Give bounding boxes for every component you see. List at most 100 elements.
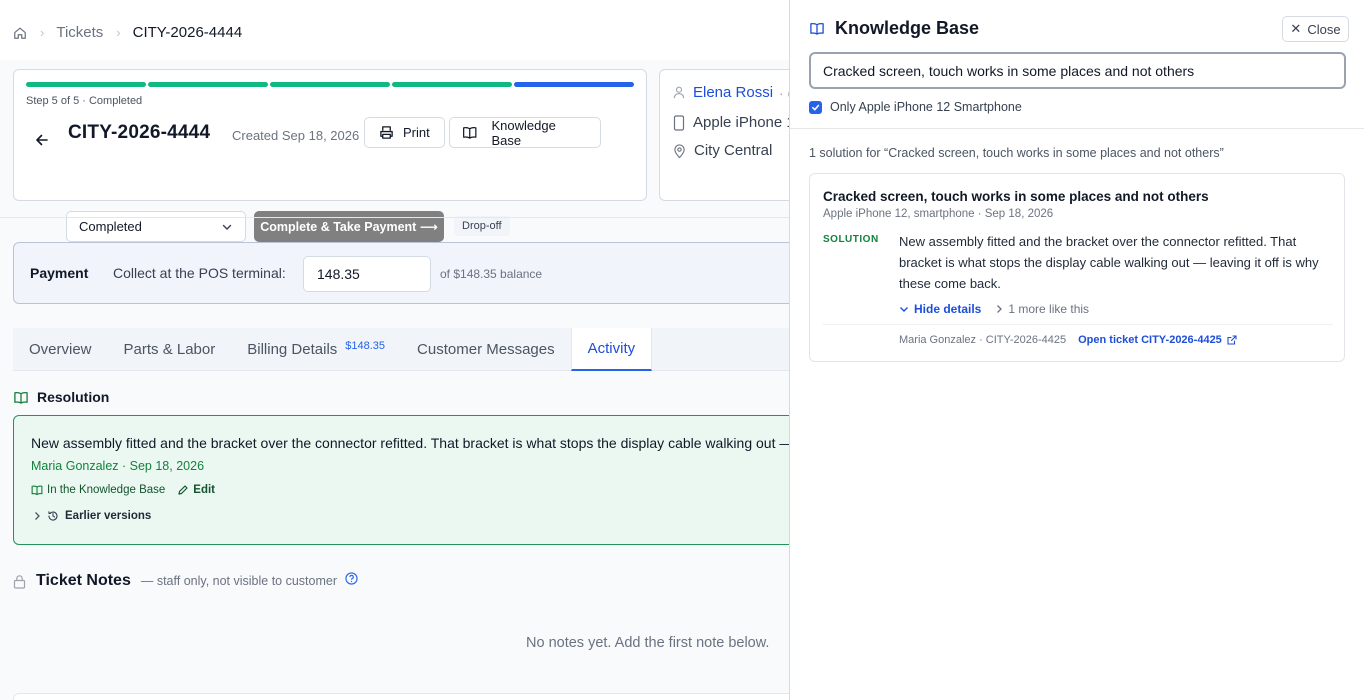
progress-segment [514, 82, 634, 87]
device-filter[interactable]: Only Apple iPhone 12 Smartphone [809, 100, 1022, 114]
more-like-this-label: 1 more like this [1008, 302, 1090, 316]
resolution-card: New assembly fitted and the bracket over… [13, 415, 789, 545]
external-link-icon [1227, 335, 1237, 345]
drawer-title: Knowledge Base [835, 18, 980, 38]
ticket-id: CITY-2026-4444 [68, 122, 211, 143]
edit-label: Edit [193, 484, 216, 496]
solution-card: Cracked screen, touch works in some plac… [809, 173, 1345, 362]
edit-resolution-button[interactable]: Edit [177, 484, 215, 496]
progress-bar [26, 82, 634, 87]
progress-segment [270, 82, 390, 87]
earlier-versions-toggle[interactable]: Earlier versions [33, 510, 151, 522]
tab-label: Customer Messages [417, 340, 555, 358]
empty-notes-text: No notes yet. Add the first note below. [526, 635, 770, 651]
chevron-right-icon: › [40, 25, 45, 40]
payment-amount-input[interactable]: 148.35 [303, 256, 431, 292]
dropoff-badge: Drop-off [454, 216, 510, 236]
filter-label: Only Apple iPhone 12 Smartphone [830, 100, 1022, 114]
ticket-page: › Tickets › CITY-2026-4444 Step 5 of 5 ·… [0, 0, 789, 700]
results-count: 1 solution for “Cracked screen, touch wo… [809, 146, 1224, 160]
tab-billing-details[interactable]: Billing Details $148.35 [231, 328, 401, 370]
notes-subtitle: — staff only, not visible to customer [140, 574, 338, 588]
ticket-tabs: Overview Parts & Labor Billing Details $1… [13, 328, 789, 371]
solution-subtitle: Apple iPhone 12, smartphone · Sep 18, 20… [823, 208, 1054, 220]
earlier-versions-label: Earlier versions [65, 510, 152, 522]
tab-label: Activity [587, 340, 636, 357]
help-icon[interactable] [345, 572, 358, 590]
book-open-icon [14, 391, 28, 404]
search-input[interactable]: Cracked screen, touch works in some plac… [809, 52, 1346, 89]
open-ticket-label: Open ticket CITY-2026-4425 [1078, 334, 1222, 346]
progress-segment [392, 82, 512, 87]
close-icon: ✕ [1290, 21, 1302, 36]
tab-overview[interactable]: Overview [13, 328, 108, 370]
chevron-right-icon [997, 305, 1003, 313]
status-value: Completed [79, 219, 142, 234]
chevron-down-icon [222, 224, 232, 230]
in-knowledge-base-link[interactable]: In the Knowledge Base [31, 484, 165, 496]
ticket-header-card: Step 5 of 5 · Completed CITY-2026-4444 C… [13, 69, 647, 242]
notes-heading: Ticket Notes — staff only, not visible t… [13, 572, 358, 590]
customer-card: Elena Rossi · c Apple iPhone 1 City Cent… [659, 69, 789, 201]
breadcrumb-tickets[interactable]: Tickets [56, 24, 103, 41]
progress-segment [26, 82, 146, 87]
chevron-down-icon [900, 307, 908, 312]
phone-icon [673, 114, 685, 131]
open-ticket-link[interactable]: Open ticket CITY-2026-4425 [1078, 334, 1237, 346]
notes-title: Ticket Notes [36, 572, 131, 589]
print-button[interactable]: Print [364, 117, 445, 148]
payment-label: Payment [30, 265, 89, 281]
tab-label: Parts & Labor [123, 340, 216, 358]
lock-icon [13, 574, 26, 589]
knowledge-base-label: Knowledge Base [491, 117, 556, 148]
book-open-icon [463, 127, 477, 139]
solution-footer-meta: Maria Gonzalez · CITY-2026-4425 [899, 334, 1067, 346]
print-label: Print [403, 125, 430, 140]
location-row: City Central [673, 142, 772, 159]
back-arrow-icon[interactable] [34, 132, 50, 148]
breadcrumb: › Tickets › CITY-2026-4444 [13, 24, 242, 41]
tab-label: Billing Details [247, 340, 338, 358]
customer-name-suffix: · c [779, 84, 789, 101]
chevron-right-icon [35, 512, 40, 520]
customer-row: Elena Rossi · c [673, 84, 789, 101]
progress-segment [148, 82, 268, 87]
knowledge-base-button[interactable]: Knowledge Base [449, 117, 601, 148]
check-icon [811, 104, 820, 110]
balance-text: of $148.35 balance [440, 267, 543, 281]
solution-label: SOLUTION [823, 234, 879, 245]
tab-parts-labor[interactable]: Parts & Labor [108, 328, 232, 370]
resolution-title: Resolution [37, 389, 110, 405]
location-name: City Central [694, 142, 773, 159]
status-select[interactable]: Completed [66, 211, 246, 242]
complete-take-payment-button[interactable]: Complete & Take Payment ⟶ [254, 211, 444, 242]
device-row: Apple iPhone 1 [673, 114, 789, 131]
hide-details-label: Hide details [914, 302, 982, 316]
resolution-heading: Resolution [13, 389, 109, 405]
hide-details-button[interactable]: Hide details [899, 302, 981, 316]
solution-text: New assembly fitted and the bracket over… [899, 234, 1319, 291]
filter-checkbox[interactable] [809, 100, 822, 114]
note-composer-card [13, 693, 789, 700]
solution-actions: Hide details 1 more like this [899, 302, 1089, 316]
printer-icon [380, 126, 393, 139]
divider [0, 217, 789, 218]
collect-text: Collect at the POS terminal: [113, 265, 286, 281]
resolution-meta: Maria Gonzalez · Sep 18, 2026 [31, 459, 205, 473]
close-button[interactable]: ✕ Close [1282, 16, 1349, 42]
device-name: Apple iPhone 1 [693, 114, 789, 131]
pencil-icon [178, 485, 188, 495]
close-label: Close [1307, 21, 1341, 37]
step-text: Step 5 of 5 · Completed [26, 95, 143, 107]
knowledge-base-drawer: Knowledge Base ✕ Close Cracked screen, t… [789, 0, 1364, 700]
customer-name[interactable]: Elena Rossi [693, 84, 773, 101]
more-like-this-toggle[interactable]: 1 more like this [995, 302, 1089, 316]
divider [823, 324, 1333, 325]
tab-activity[interactable]: Activity [570, 328, 653, 371]
kb-link-label: In the Knowledge Base [47, 484, 166, 496]
history-icon [48, 511, 58, 521]
chevron-right-icon: › [116, 25, 121, 40]
payment-panel: Payment Collect at the POS terminal: 148… [13, 242, 789, 304]
tab-customer-messages[interactable]: Customer Messages [401, 328, 571, 370]
home-icon[interactable] [13, 26, 27, 40]
